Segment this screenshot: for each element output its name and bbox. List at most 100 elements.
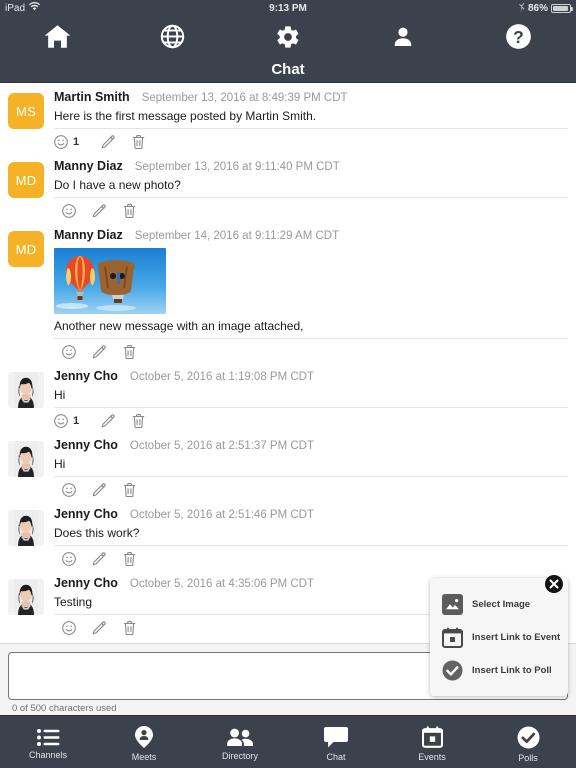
speech-bubble-icon	[324, 726, 348, 748]
smiley-face-icon[interactable]	[54, 548, 84, 570]
message-header: Manny Diaz September 14, 2016 at 9:11:29 …	[54, 227, 568, 244]
tab-label: Events	[418, 752, 446, 762]
smiley-face-icon[interactable]	[54, 200, 84, 222]
avatar[interactable]: MD	[8, 231, 44, 267]
message-attachment-image[interactable]	[54, 248, 166, 314]
tab-polls[interactable]: Polls	[480, 716, 576, 768]
message-actions	[54, 197, 568, 221]
pencil-icon[interactable]	[84, 200, 114, 222]
nav-home-button[interactable]	[0, 16, 115, 57]
message-timestamp: September 13, 2016 at 8:49:39 PM CDT	[141, 92, 348, 104]
message-header: Jenny Cho October 5, 2016 at 2:51:37 PM C…	[54, 437, 568, 454]
popup-item-insert-link-to-event[interactable]: Insert Link to Event	[430, 621, 568, 654]
message-author: Martin Smith	[54, 90, 130, 104]
avatar-initials: MD	[15, 172, 37, 188]
bluetooth-icon	[518, 1, 525, 15]
nav-settings-button[interactable]	[230, 16, 345, 57]
smiley-face-icon[interactable]: 1	[54, 131, 93, 153]
trash-icon[interactable]	[114, 548, 144, 570]
message-body: Jenny Cho October 5, 2016 at 2:51:37 PM C…	[54, 437, 568, 500]
avatar[interactable]	[8, 579, 44, 615]
map-pin-person-icon	[135, 726, 153, 748]
trash-icon[interactable]	[114, 617, 144, 639]
message-body: Jenny Cho October 5, 2016 at 1:19:08 PM C…	[54, 368, 568, 431]
message-author: Jenny Cho	[54, 438, 118, 452]
trash-icon[interactable]	[123, 410, 153, 432]
tab-label: Polls	[518, 752, 538, 763]
message-author: Manny Diaz	[54, 159, 123, 173]
pencil-icon[interactable]	[93, 131, 123, 153]
check-circle-icon	[517, 726, 540, 749]
bottom-tab-bar: Channels Meets Directory Chat Events Pol…	[0, 715, 576, 768]
message-author: Manny Diaz	[54, 228, 123, 242]
message-item: Jenny Cho October 5, 2016 at 2:51:37 PM C…	[0, 431, 576, 500]
message-actions	[54, 338, 568, 362]
tab-label: Channels	[28, 749, 68, 760]
message-actions: 1	[54, 407, 568, 431]
nav-globe-button[interactable]	[115, 16, 230, 57]
ios-status-bar: iPad 9:13 PM 86%	[0, 0, 576, 16]
smiley-face-icon[interactable]	[54, 617, 84, 639]
message-text: Here is the first message posted by Mart…	[54, 109, 317, 123]
message-body: Martin Smith September 13, 2016 at 8:49:3…	[54, 89, 568, 152]
battery-icon	[551, 3, 573, 13]
pencil-icon[interactable]	[84, 617, 114, 639]
nav-profile-button[interactable]	[346, 16, 461, 57]
avatar[interactable]: MD	[8, 162, 44, 198]
tab-events[interactable]: Events	[384, 716, 480, 768]
pencil-icon[interactable]	[84, 479, 114, 501]
message-body: Manny Diaz September 14, 2016 at 9:11:29 …	[54, 227, 568, 362]
close-icon[interactable]	[544, 574, 564, 594]
nav-help-button[interactable]: ?	[461, 16, 576, 57]
pencil-icon[interactable]	[93, 410, 123, 432]
message-author: Jenny Cho	[54, 507, 118, 521]
message-list[interactable]: MS Martin Smith September 13, 2016 at 8:49…	[0, 83, 576, 643]
tab-chat[interactable]: Chat	[288, 716, 384, 768]
message-timestamp: October 5, 2016 at 2:51:46 PM CDT	[129, 509, 315, 521]
reaction-count: 1	[73, 414, 80, 427]
app-screen: iPad 9:13 PM 86% ? Chat MS Martin Smith …	[0, 0, 576, 768]
calendar-icon	[442, 627, 463, 648]
avatar[interactable]	[8, 510, 44, 546]
message-timestamp: September 13, 2016 at 9:11:40 PM CDT	[134, 161, 340, 173]
top-navigation-bar: ?	[0, 16, 576, 57]
avatar[interactable]	[8, 372, 44, 408]
status-time: 9:13 PM	[269, 2, 307, 14]
message-body: Jenny Cho October 5, 2016 at 2:51:46 PM C…	[54, 506, 568, 569]
status-right: 86%	[518, 1, 573, 15]
tab-channels[interactable]: Channels	[0, 716, 96, 768]
avatar-initials: MS	[15, 103, 37, 119]
tab-meets[interactable]: Meets	[96, 716, 192, 768]
pencil-icon[interactable]	[84, 341, 114, 363]
message-actions	[54, 476, 568, 500]
message-item: MD Manny Diaz September 14, 2016 at 9:11:2…	[0, 221, 576, 362]
message-header: Martin Smith September 13, 2016 at 8:49:3…	[54, 89, 568, 106]
smiley-face-icon[interactable]	[54, 479, 84, 501]
trash-icon[interactable]	[114, 341, 144, 363]
message-item: MS Martin Smith September 13, 2016 at 8:49…	[0, 83, 576, 152]
avatar[interactable]	[8, 441, 44, 477]
message-timestamp: September 14, 2016 at 9:11:29 AM CDT	[134, 230, 340, 242]
popup-item-label: Insert Link to Poll	[472, 665, 552, 676]
trash-icon[interactable]	[114, 479, 144, 501]
message-author: Jenny Cho	[54, 369, 118, 383]
message-item: Jenny Cho October 5, 2016 at 1:19:08 PM C…	[0, 362, 576, 431]
message-timestamp: October 5, 2016 at 2:51:37 PM CDT	[129, 440, 315, 452]
character-counter: 0 of 500 characters used	[12, 703, 117, 714]
popup-item-label: Insert Link to Event	[472, 632, 561, 643]
tab-label: Meets	[131, 752, 157, 762]
popup-item-insert-link-to-poll[interactable]: Insert Link to Poll	[430, 654, 568, 687]
image-icon	[442, 594, 463, 615]
avatar[interactable]: MS	[8, 93, 44, 129]
smiley-face-icon[interactable]	[54, 341, 84, 363]
battery-percent: 86%	[527, 2, 548, 14]
trash-icon[interactable]	[123, 131, 153, 153]
people-icon	[227, 728, 253, 747]
message-text: Does this work?	[54, 526, 140, 540]
pencil-icon[interactable]	[84, 548, 114, 570]
attachment-popup: Select Image Insert Link to Event Insert…	[430, 575, 568, 696]
trash-icon[interactable]	[114, 200, 144, 222]
message-author: Jenny Cho	[54, 576, 118, 590]
smiley-face-icon[interactable]: 1	[54, 410, 93, 432]
tab-directory[interactable]: Directory	[192, 716, 288, 768]
